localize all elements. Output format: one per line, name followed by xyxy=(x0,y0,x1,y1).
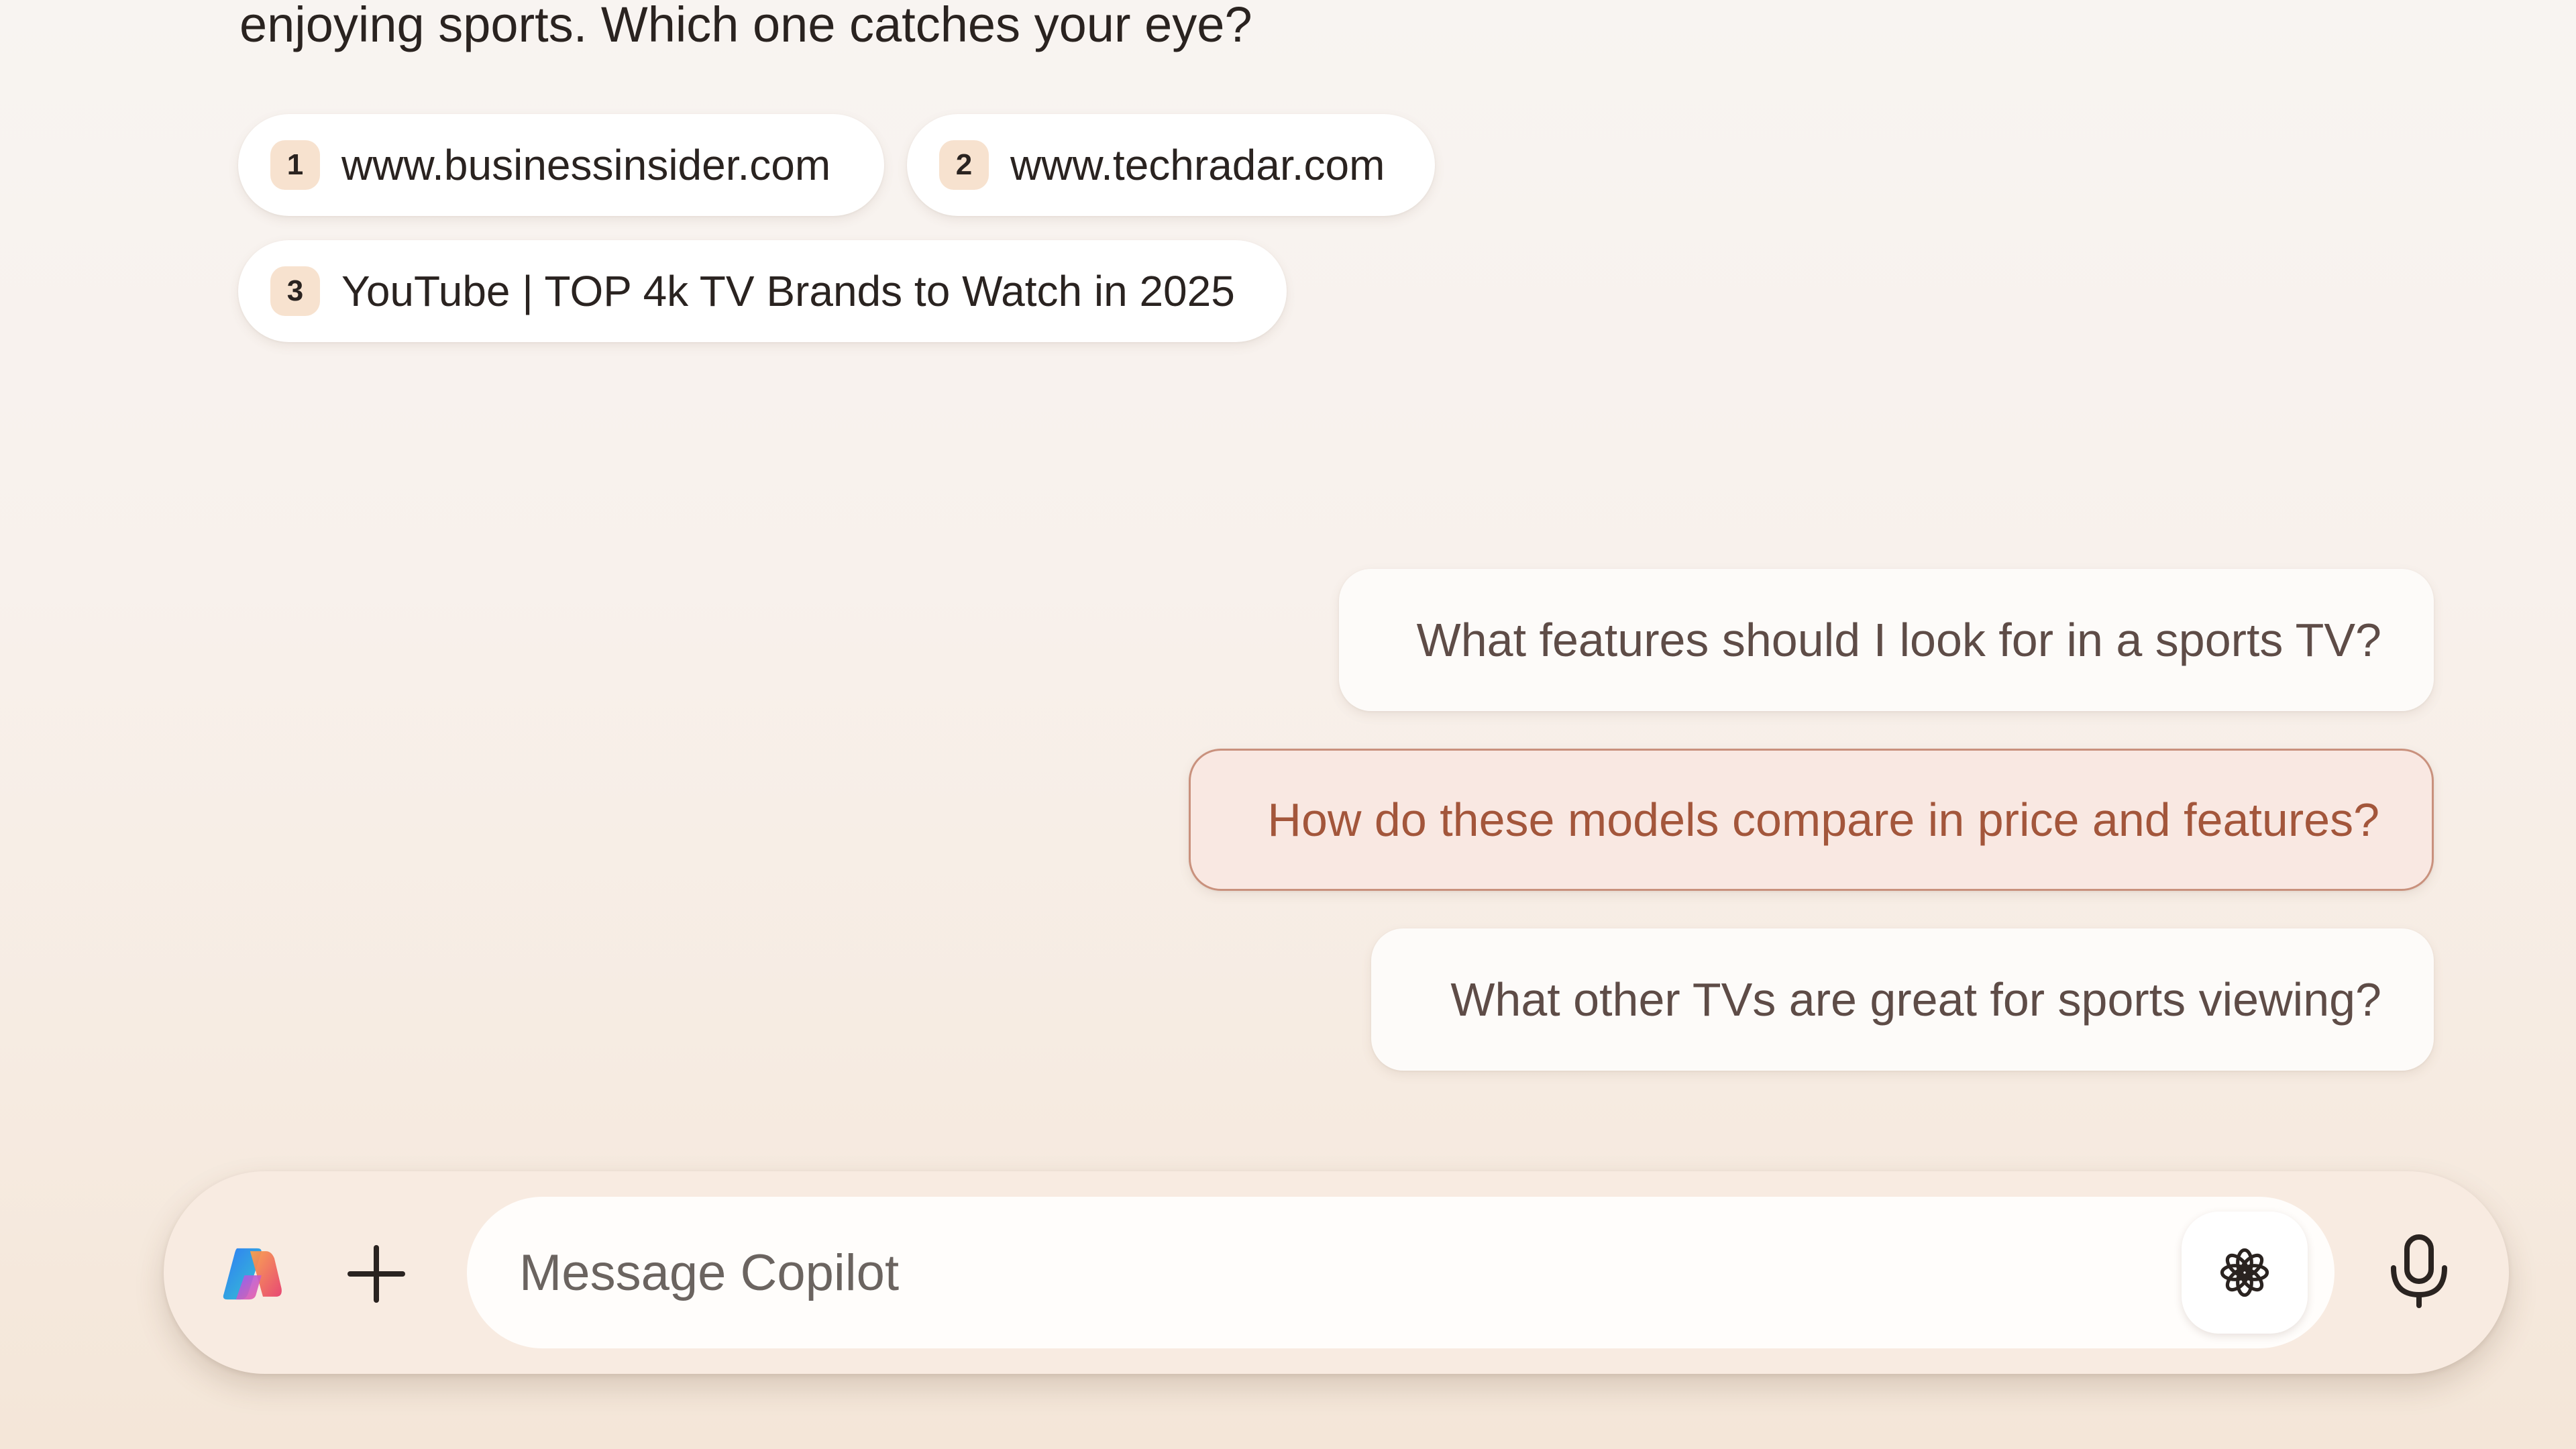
flower-gem-icon xyxy=(2216,1244,2273,1301)
citation-number-badge: 2 xyxy=(939,140,989,190)
add-attachment-button[interactable] xyxy=(346,1244,407,1304)
model-selector-button[interactable] xyxy=(2182,1212,2308,1334)
answer-trailing-text: enjoying sports. Which one catches your … xyxy=(239,0,1252,50)
message-input[interactable] xyxy=(467,1197,2334,1348)
citation-number-badge: 3 xyxy=(270,266,320,316)
suggestion-chip-sports-tv-features[interactable]: What features should I look for in a spo… xyxy=(1339,569,2434,711)
citation-link-2[interactable]: 2 www.techradar.com xyxy=(907,114,1435,216)
citation-link-1[interactable]: 1 www.businessinsider.com xyxy=(238,114,884,216)
citation-label: www.techradar.com xyxy=(1010,140,1385,190)
suggestion-chip-compare-models[interactable]: How do these models compare in price and… xyxy=(1189,749,2434,891)
copilot-logo-icon[interactable] xyxy=(216,1238,287,1309)
citation-label: www.businessinsider.com xyxy=(341,140,830,190)
citation-number-badge: 1 xyxy=(270,140,320,190)
citation-link-3[interactable]: 3 YouTube | TOP 4k TV Brands to Watch in… xyxy=(238,240,1287,342)
suggestion-chip-other-tvs[interactable]: What other TVs are great for sports view… xyxy=(1371,928,2434,1071)
citation-label: YouTube | TOP 4k TV Brands to Watch in 2… xyxy=(341,266,1235,316)
microphone-icon[interactable] xyxy=(2387,1234,2451,1308)
